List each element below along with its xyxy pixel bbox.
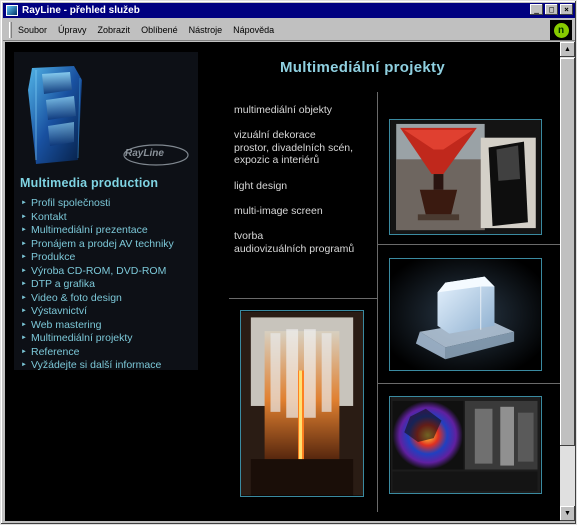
sidebar-nav: ► Profil společnosti ► Kontakt ► Multimediá… [21,197,174,373]
menu-oblibene[interactable]: Oblíbené [141,25,178,35]
project-line: audiovizuálních programů [234,242,355,255]
window-title: RayLine - přehled služeb [22,5,140,16]
menu-nastroje[interactable]: Nástroje [189,25,223,35]
sidebar-item-label: Profil společnosti [31,197,111,209]
sidebar-item-label: Kontakt [31,210,67,223]
bullet-icon: ► [21,254,27,260]
sidebar-item-produkce[interactable]: ► Produkce [21,251,174,265]
bullet-icon: ► [21,267,27,274]
sidebar-item-label: Multimediální prezentace [31,224,148,236]
sidebar-item-kontakt[interactable]: ► Kontakt [21,211,174,225]
sidebar-item-label: Produkce [31,251,76,263]
browser-throbber: n [550,20,572,40]
maximize-button[interactable]: □ [545,4,558,15]
sidebar-item-prezentace[interactable]: ► Multimediální prezentace [21,224,174,238]
menu-upravy[interactable]: Úpravy [58,25,87,35]
sidebar-item-label: Výroba CD-ROM, DVD-ROM [31,264,167,277]
project-item: multi-image screen [234,205,323,217]
window-controls: _ □ × [530,4,573,15]
light-installation-photo[interactable] [240,310,364,497]
bullet-icon: ► [21,200,27,206]
page-title: Multimediální projekty [280,59,445,76]
bullet-icon: ► [21,240,27,247]
project-line: expozic a interiérů [234,154,320,166]
divider-line [377,244,560,245]
bullet-icon: ► [21,335,27,341]
sidebar-item-label: DTP a grafika [31,278,95,290]
vertical-scrollbar[interactable]: ▲ ▼ [560,42,575,521]
project-line: vizuální dekorace [234,129,316,141]
bullet-icon: ► [21,281,27,287]
menu-soubor[interactable]: Soubor [18,25,47,35]
bullet-icon: ► [21,308,27,314]
bullet-icon: ► [21,348,27,355]
sidebar-item-label: Multimediální projekty [31,332,133,344]
browser-window: RayLine - přehled služeb _ □ × Soubor Úp… [0,0,577,525]
divider-line [229,298,377,299]
sidebar-item-web[interactable]: ► Web mastering [21,319,174,333]
title-bar: RayLine - přehled služeb _ □ × [3,3,575,18]
throbber-logo-icon: n [553,22,569,38]
sidebar-item-video[interactable]: ► Video & foto design [21,292,174,306]
sidebar-item-label: Reference [31,345,80,358]
sidebar-item-profil[interactable]: ► Profil společnosti [21,197,174,211]
scrollbar-thumb[interactable] [560,58,575,446]
project-line: tvorba [234,230,264,242]
project-item: tvorba audiovizuálních programů [234,230,354,255]
project-item: multimediální objekty [234,104,333,116]
sidebar-item-pronajem[interactable]: ► Pronájem a prodej AV techniky [21,238,174,252]
project-line: prostor, divadelních scén, [234,141,354,154]
sidebar-item-projekty[interactable]: ► Multimediální projekty [21,332,174,346]
sidebar-item-label: Výstavnictví [31,305,88,317]
sidebar-item-dtp[interactable]: ► DTP a grafika [21,278,174,292]
bullet-icon: ► [21,321,27,328]
page-viewport: RayLine Multimedia production ► Profil sp… [5,42,560,521]
project-item: vizuální dekorace prostor, divadelních s… [234,129,353,167]
minimize-button[interactable]: _ [530,4,543,15]
bullet-icon: ► [21,294,27,301]
sidebar-item-label: Vyžádejte si další informace [31,359,162,371]
sidebar-item-label: Pronájem a prodej AV techniky [31,237,174,250]
multi-image-screen-photo[interactable] [389,396,542,494]
menu-zobrazit[interactable]: Zobrazit [98,25,131,35]
close-button[interactable]: × [560,4,573,15]
bullet-icon: ► [21,213,27,220]
rayline-badge: RayLine [125,148,164,159]
sidebar-item-informace[interactable]: ► Vyžádejte si další informace [21,359,174,373]
sidebar-panel: RayLine Multimedia production ► Profil sp… [14,52,198,373]
rayline-logo-art [22,60,192,170]
bullet-icon: ► [21,362,27,368]
divider-line [377,383,560,384]
menu-napoveda[interactable]: Nápověda [233,25,274,35]
sidebar-item-reference[interactable]: ► Reference [21,346,174,360]
sidebar-item-cdrom[interactable]: ► Výroba CD-ROM, DVD-ROM [21,265,174,279]
browser-app-icon [6,5,18,16]
scroll-down-arrow-icon[interactable]: ▼ [560,506,575,521]
sidebar-item-label: Video & foto design [31,291,122,304]
bullet-icon: ► [21,227,27,233]
divider-line [377,92,378,512]
menu-bar: Soubor Úpravy Zobrazit Oblíbené Nástroje… [3,19,575,41]
scroll-up-arrow-icon[interactable]: ▲ [560,42,575,57]
sidebar-heading: Multimedia production [20,176,159,190]
sidebar-item-label: Web mastering [31,318,102,331]
project-item: light design [234,180,288,192]
glass-object-photo[interactable] [389,258,542,371]
toolbar-grip[interactable] [9,21,12,38]
sculpture-photo[interactable] [389,119,542,235]
sidebar-item-vystavnictvi[interactable]: ► Výstavnictví [21,305,174,319]
